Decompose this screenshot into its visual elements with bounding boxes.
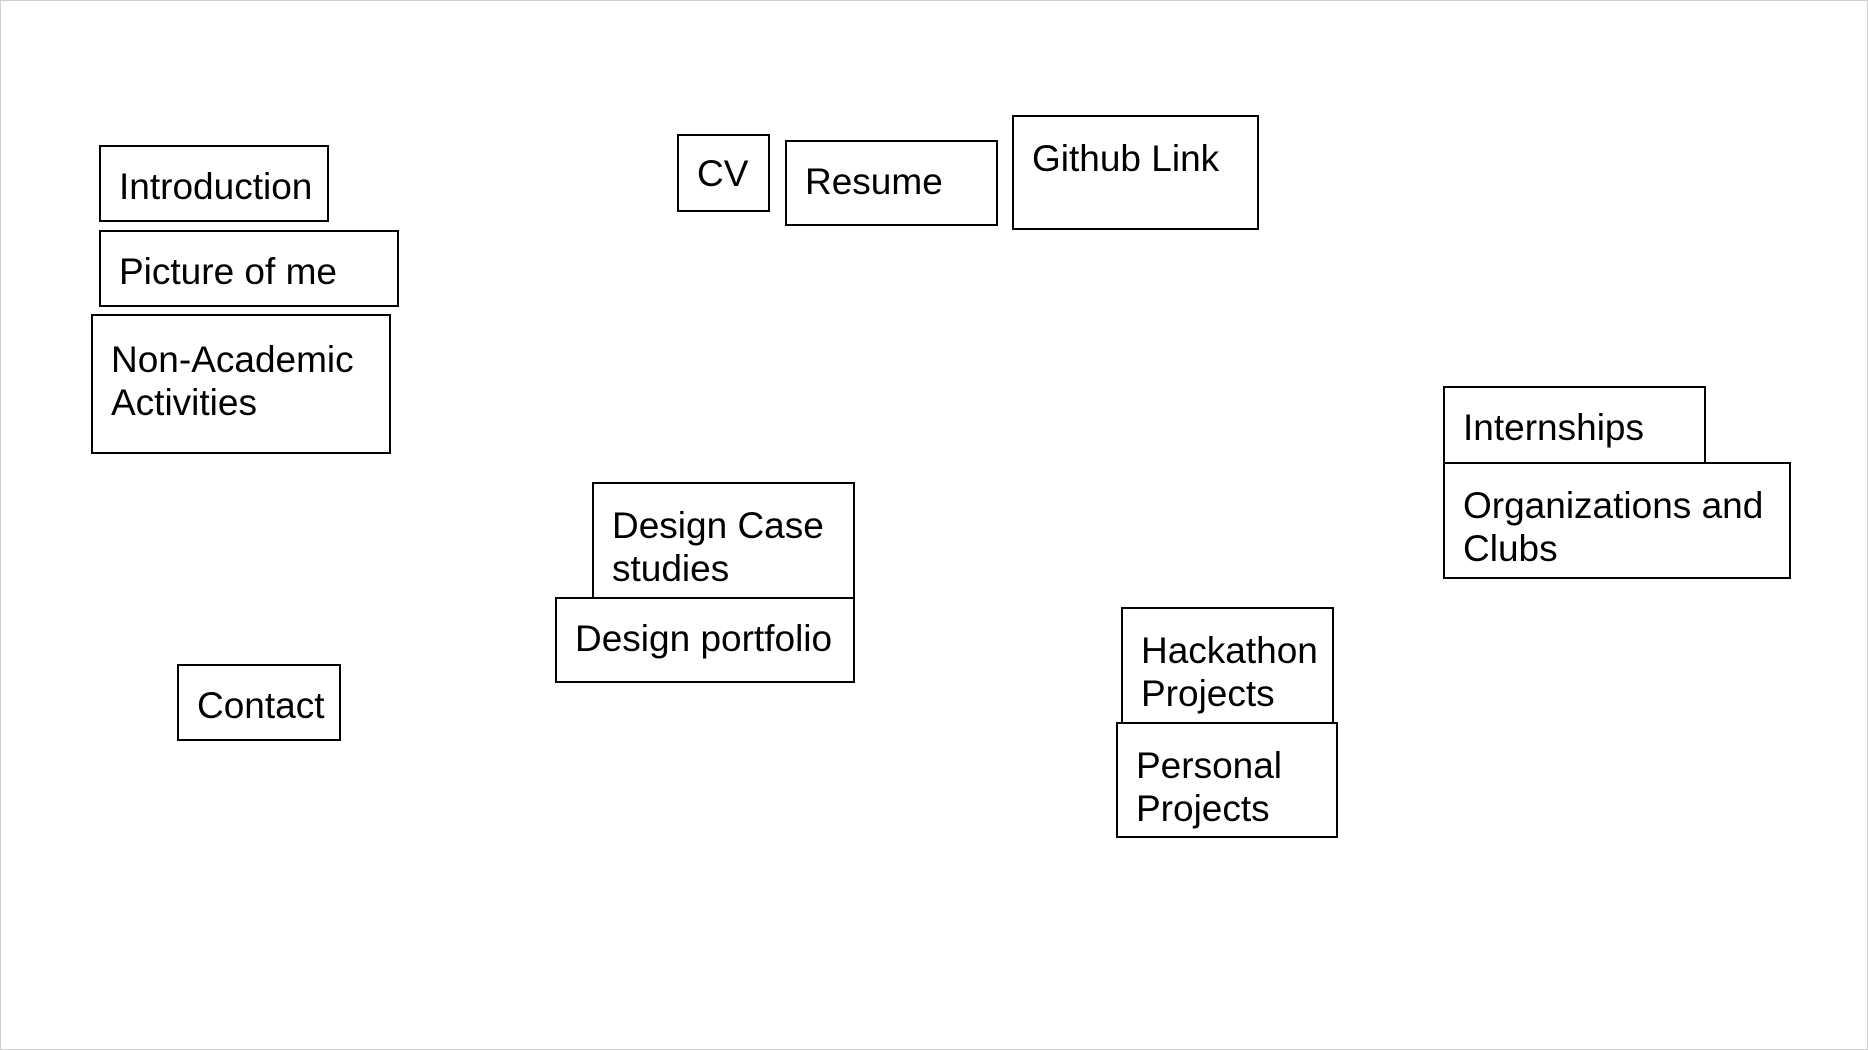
introduction-box[interactable]: Introduction (99, 145, 329, 222)
resume-box[interactable]: Resume (785, 140, 998, 226)
introduction-label: Introduction (119, 166, 313, 207)
internships-label: Internships (1463, 407, 1644, 448)
organizations-and-clubs-box[interactable]: Organizations and Clubs (1443, 462, 1791, 579)
design-portfolio-label: Design portfolio (575, 618, 833, 659)
design-case-studies-box[interactable]: Design Case studies (592, 482, 855, 599)
non-academic-activities-box[interactable]: Non-Academic Activities (91, 314, 391, 454)
personal-label-line2: Projects (1136, 788, 1270, 829)
design-portfolio-box[interactable]: Design portfolio (555, 597, 855, 683)
contact-box[interactable]: Contact (177, 664, 341, 741)
hackathon-label-line1: Hackathon (1141, 630, 1318, 671)
resume-label: Resume (805, 161, 943, 202)
personal-label-line1: Personal (1136, 745, 1283, 786)
picture-of-me-label: Picture of me (119, 251, 337, 292)
contact-label: Contact (197, 685, 325, 726)
cv-label: CV (697, 153, 749, 194)
organizations-label-line1: Organizations and (1463, 485, 1764, 526)
hackathon-projects-box[interactable]: Hackathon Projects (1121, 607, 1334, 724)
cv-box[interactable]: CV (677, 134, 770, 212)
personal-projects-box[interactable]: Personal Projects (1116, 722, 1338, 838)
github-link-label: Github Link (1032, 138, 1220, 179)
non-academic-label-line2: Activities (111, 382, 257, 423)
hackathon-label-line2: Projects (1141, 673, 1275, 714)
design-case-studies-label-line2: studies (612, 548, 730, 589)
organizations-label-line2: Clubs (1463, 528, 1558, 569)
design-case-studies-label-line1: Design Case (612, 505, 824, 546)
picture-of-me-box[interactable]: Picture of me (99, 230, 399, 307)
slide-canvas: Introduction Picture of me Non-Academic … (0, 0, 1868, 1050)
github-link-box[interactable]: Github Link (1012, 115, 1259, 230)
non-academic-label-line1: Non-Academic (111, 339, 354, 380)
internships-box[interactable]: Internships (1443, 386, 1706, 464)
